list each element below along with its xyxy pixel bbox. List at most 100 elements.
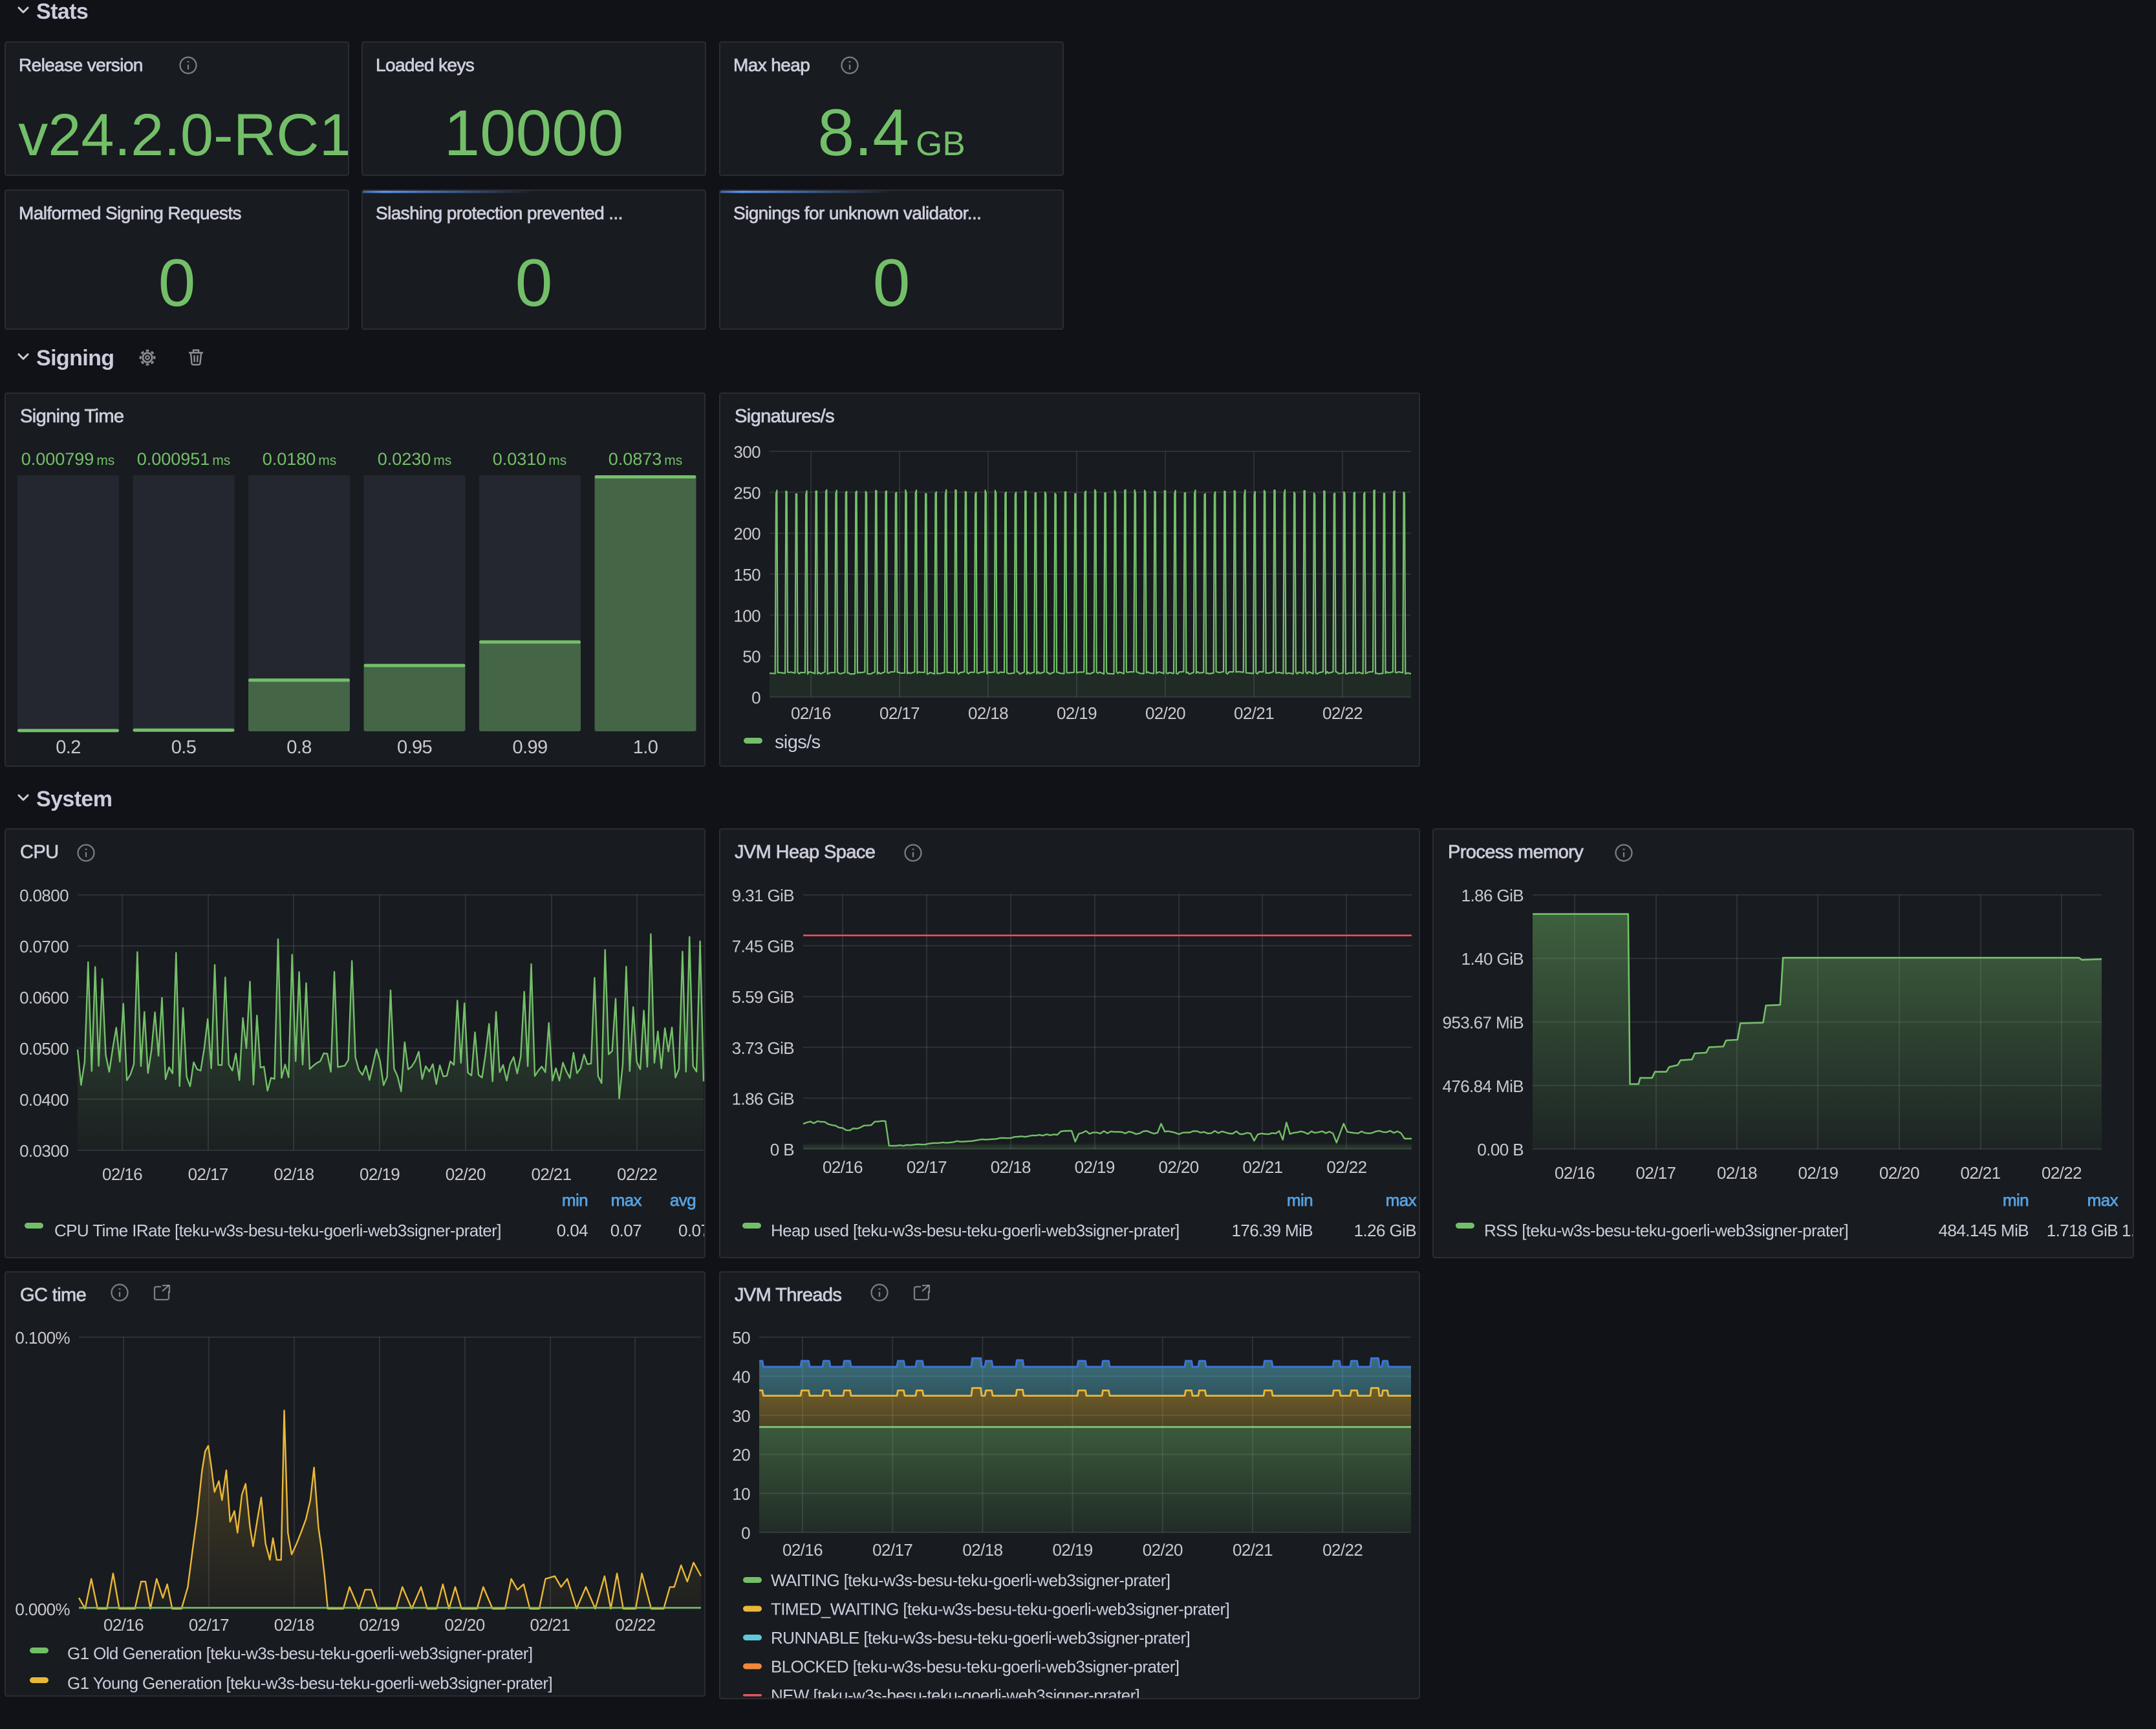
svg-text:02/20: 02/20	[1143, 1540, 1183, 1560]
svg-text:250: 250	[733, 483, 760, 502]
svg-text:0.99: 0.99	[512, 737, 547, 758]
svg-text:02/18: 02/18	[274, 1615, 314, 1635]
svg-text:1.40 GiB: 1.40 GiB	[1461, 949, 1524, 969]
svg-text:02/18: 02/18	[1717, 1163, 1757, 1183]
svg-text:02/20: 02/20	[1159, 1157, 1199, 1177]
svg-text:min: min	[562, 1190, 588, 1210]
svg-text:476.84 MiB: 476.84 MiB	[1442, 1077, 1524, 1096]
svg-text:0.8: 0.8	[286, 737, 312, 758]
svg-text:JVM Heap Space: JVM Heap Space	[735, 842, 875, 863]
svg-text:Slashing protection prevented: Slashing protection prevented ...	[376, 203, 623, 223]
svg-text:200: 200	[733, 524, 760, 544]
svg-text:Signatures/s: Signatures/s	[735, 406, 834, 427]
svg-text:30: 30	[732, 1406, 750, 1426]
svg-text:NEW [teku-w3s-besu-teku-goerli: NEW [teku-w3s-besu-teku-goerli-web3signe…	[771, 1686, 1139, 1698]
svg-text:02/16: 02/16	[823, 1157, 863, 1177]
svg-text:0.07: 0.07	[610, 1221, 641, 1240]
svg-text:min: min	[1287, 1190, 1313, 1210]
svg-text:Stats: Stats	[36, 0, 88, 24]
svg-text:02/19: 02/19	[1057, 703, 1097, 723]
svg-text:1.718 GiB: 1.718 GiB	[2047, 1221, 2118, 1240]
svg-text:02/16: 02/16	[782, 1540, 823, 1560]
svg-text:0: 0	[741, 1523, 750, 1543]
svg-text:min: min	[2003, 1190, 2029, 1210]
svg-text:1.86 GiB: 1.86 GiB	[1461, 886, 1524, 905]
svg-text:02/18: 02/18	[274, 1165, 314, 1184]
svg-text:Heap used [teku-w3s-besu-teku-: Heap used [teku-w3s-besu-teku-goerli-web…	[771, 1221, 1180, 1240]
svg-text:0.0800: 0.0800	[19, 886, 69, 905]
svg-text:10000: 10000	[444, 97, 623, 169]
svg-text:02/19: 02/19	[1798, 1163, 1838, 1183]
svg-text:1.26 GiB: 1.26 GiB	[1354, 1221, 1416, 1240]
svg-text:100: 100	[733, 606, 760, 625]
svg-text:0.0700: 0.0700	[19, 937, 69, 956]
svg-text:02/16: 02/16	[1555, 1163, 1595, 1183]
svg-text:0.2: 0.2	[56, 737, 81, 758]
svg-text:Signings for unknown validator: Signings for unknown validator...	[733, 203, 981, 223]
svg-text:40: 40	[732, 1367, 750, 1386]
svg-text:02/19: 02/19	[360, 1165, 400, 1184]
svg-text:1.86 GiB: 1.86 GiB	[732, 1089, 794, 1108]
svg-text:02/18: 02/18	[991, 1157, 1031, 1177]
svg-text:Loaded keys: Loaded keys	[376, 55, 474, 75]
svg-text:0.0600: 0.0600	[19, 988, 69, 1007]
svg-text:20: 20	[732, 1445, 750, 1465]
svg-text:0: 0	[515, 246, 553, 321]
svg-text:RSS [teku-w3s-besu-teku-goerli: RSS [teku-w3s-besu-teku-goerli-web3signe…	[1484, 1221, 1848, 1240]
svg-text:02/19: 02/19	[360, 1615, 400, 1635]
svg-text:0.000799ms: 0.000799ms	[21, 449, 115, 469]
svg-text:02/19: 02/19	[1075, 1157, 1115, 1177]
svg-text:5.59 GiB: 5.59 GiB	[732, 987, 794, 1007]
svg-text:0.5: 0.5	[171, 737, 197, 758]
svg-text:avg: avg	[670, 1190, 696, 1210]
svg-text:0 B: 0 B	[770, 1140, 794, 1159]
svg-text:02/17: 02/17	[189, 1615, 229, 1635]
svg-text:02/16: 02/16	[102, 1165, 142, 1184]
svg-text:0.000951ms: 0.000951ms	[137, 449, 231, 469]
svg-text:150: 150	[733, 565, 760, 585]
svg-text:02/17: 02/17	[872, 1540, 912, 1560]
svg-text:max: max	[2087, 1190, 2118, 1210]
svg-text:176.39 MiB: 176.39 MiB	[1231, 1221, 1313, 1240]
svg-text:max: max	[1386, 1190, 1417, 1210]
svg-text:3.73 GiB: 3.73 GiB	[732, 1038, 794, 1058]
svg-text:0.000%: 0.000%	[15, 1600, 70, 1619]
svg-text:02/17: 02/17	[188, 1165, 228, 1184]
svg-text:0.00 B: 0.00 B	[1477, 1140, 1524, 1159]
svg-text:CPU Time IRate [teku-w3s-besu-: CPU Time IRate [teku-w3s-besu-teku-goerl…	[54, 1221, 501, 1240]
svg-text:7.45 GiB: 7.45 GiB	[732, 937, 794, 956]
svg-text:02/22: 02/22	[1326, 1157, 1366, 1177]
svg-text:02/20: 02/20	[446, 1165, 486, 1184]
svg-text:8.4GB: 8.4GB	[817, 96, 965, 169]
svg-text:Signing: Signing	[36, 346, 114, 370]
svg-text:TIMED_WAITING [teku-w3s-besu-t: TIMED_WAITING [teku-w3s-besu-teku-goerli…	[771, 1600, 1229, 1619]
svg-text:02/17: 02/17	[1635, 1163, 1676, 1183]
svg-text:02/21: 02/21	[1960, 1163, 2000, 1183]
svg-text:02/21: 02/21	[531, 1165, 571, 1184]
svg-text:02/21: 02/21	[1234, 703, 1274, 723]
svg-text:02/22: 02/22	[2042, 1163, 2082, 1183]
svg-text:02/22: 02/22	[617, 1165, 657, 1184]
svg-text:BLOCKED [teku-w3s-besu-teku-go: BLOCKED [teku-w3s-besu-teku-goerli-web3s…	[771, 1657, 1179, 1677]
svg-text:02/17: 02/17	[907, 1157, 947, 1177]
svg-text:9.31 GiB: 9.31 GiB	[732, 886, 794, 905]
svg-text:02/20: 02/20	[445, 1615, 485, 1635]
svg-text:max: max	[611, 1190, 642, 1210]
svg-text:300: 300	[733, 442, 760, 462]
svg-text:v24.2.0-RC1: v24.2.0-RC1	[18, 102, 348, 168]
svg-text:0.100%: 0.100%	[15, 1328, 70, 1348]
svg-text:50: 50	[732, 1328, 750, 1348]
svg-text:CPU: CPU	[20, 842, 58, 863]
svg-text:02/20: 02/20	[1145, 703, 1185, 723]
svg-text:System: System	[36, 787, 112, 811]
svg-text:RUNNABLE [teku-w3s-besu-teku-g: RUNNABLE [teku-w3s-besu-teku-goerli-web3…	[771, 1628, 1190, 1648]
svg-text:02/18: 02/18	[968, 703, 1008, 723]
svg-text:1.0: 1.0	[633, 737, 658, 758]
svg-text:0.0400: 0.0400	[19, 1090, 69, 1110]
svg-text:02/22: 02/22	[1322, 1540, 1363, 1560]
svg-text:0.0500: 0.0500	[19, 1039, 69, 1058]
svg-text:1.2: 1.2	[2122, 1221, 2133, 1240]
svg-text:02/22: 02/22	[615, 1615, 655, 1635]
svg-text:0.0310ms: 0.0310ms	[493, 449, 567, 469]
svg-text:GC time: GC time	[20, 1285, 86, 1305]
